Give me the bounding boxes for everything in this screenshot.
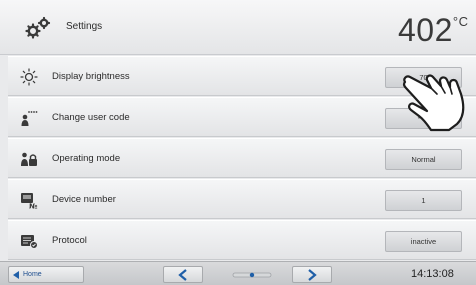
home-label: Home	[23, 271, 42, 278]
chevron-left-icon	[178, 269, 187, 281]
page-indicator	[232, 272, 272, 278]
setting-row-operating-mode[interactable]: Operating mode Normal	[8, 138, 476, 178]
setting-label: Operating mode	[52, 153, 121, 164]
device-number-value-button[interactable]: 1	[385, 190, 462, 211]
setting-label: Display brightness	[52, 71, 130, 82]
setting-label: Device number	[52, 194, 116, 205]
temperature-value: 402	[398, 12, 453, 48]
brightness-icon	[20, 68, 38, 86]
home-button[interactable]: Home	[8, 266, 84, 283]
page-title: Settings	[66, 21, 103, 32]
protocol-value-button[interactable]: inactive	[385, 231, 462, 252]
header-bar: Settings 402°C	[0, 0, 476, 55]
operating-mode-icon	[21, 152, 37, 166]
svg-text:№: №	[29, 203, 38, 210]
chevron-right-icon	[308, 269, 317, 281]
settings-gear-icon	[25, 16, 51, 39]
next-page-button[interactable]	[292, 266, 332, 283]
setting-label: Change user code	[52, 112, 130, 123]
temperature-unit: °C	[452, 14, 469, 29]
setting-row-device-number[interactable]: № Device number 1	[8, 179, 476, 219]
setting-label: Protocol	[52, 235, 87, 246]
protocol-icon	[21, 235, 38, 249]
home-arrow-icon	[13, 271, 19, 279]
operating-mode-value-button[interactable]: Normal	[385, 149, 462, 170]
user-code-icon	[21, 111, 38, 126]
setting-row-protocol[interactable]: Protocol inactive	[8, 220, 476, 260]
pointing-hand-icon	[402, 74, 465, 132]
clock-time: 14:13:08	[411, 268, 454, 280]
device-number-icon: №	[21, 193, 38, 210]
temperature-display: 402°C	[398, 12, 468, 49]
previous-page-button[interactable]	[163, 266, 203, 283]
footer-bar: Home 14:13:08	[0, 261, 476, 285]
